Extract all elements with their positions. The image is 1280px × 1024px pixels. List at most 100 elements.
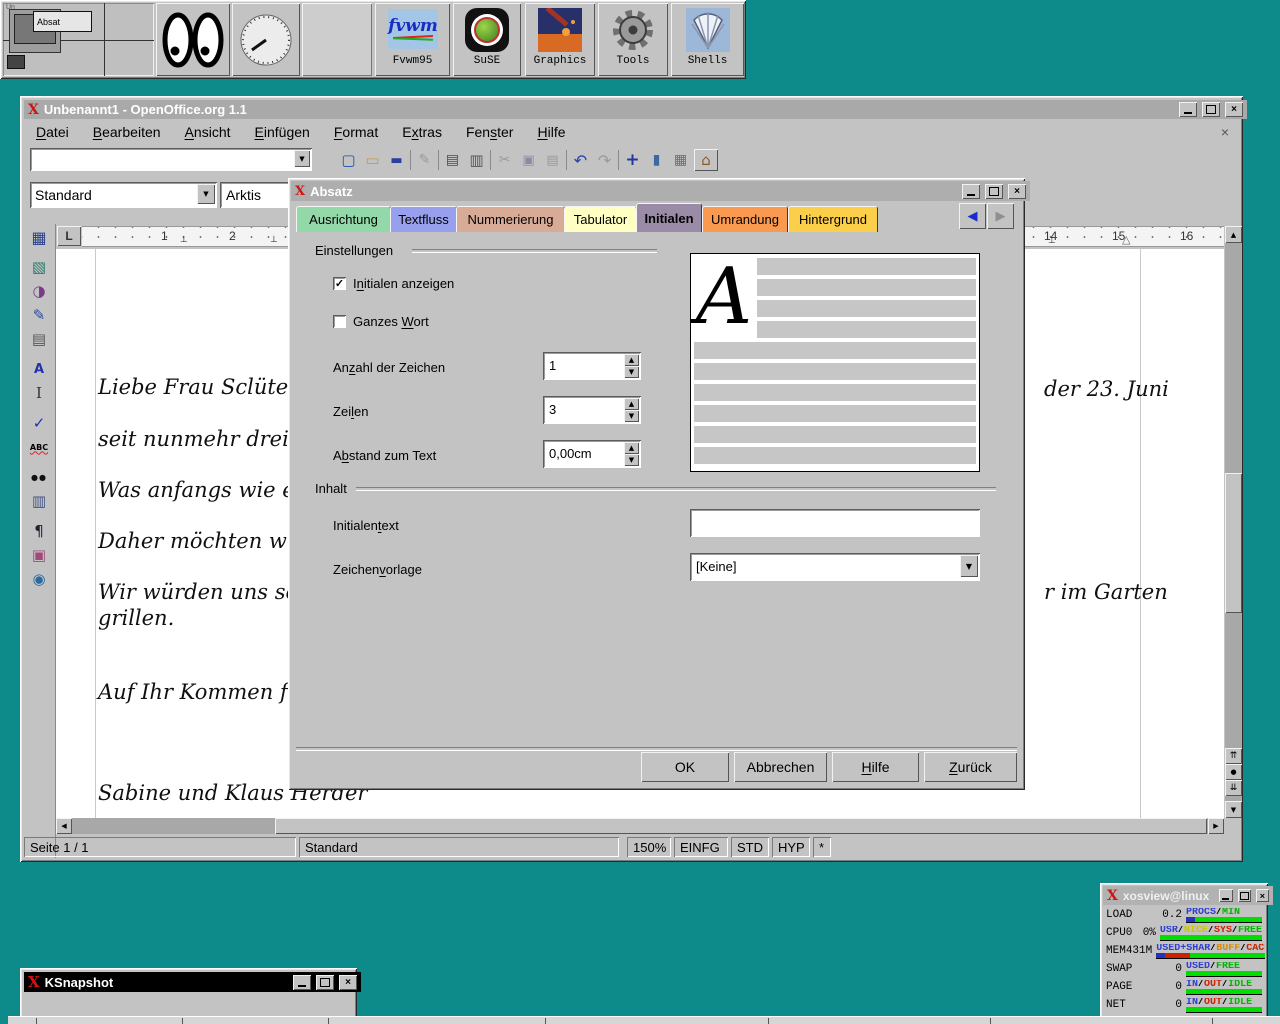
menu-format[interactable]: Format	[322, 121, 390, 143]
xosview-close-button[interactable]: ×	[1256, 889, 1269, 902]
lines-spinner[interactable]: 3 ▲ ▼	[543, 396, 641, 424]
tab-ausrichtung[interactable]: Ausrichtung	[296, 206, 391, 232]
export-pdf-icon[interactable]: ▤	[442, 150, 463, 170]
menu-ansicht[interactable]: Ansicht	[173, 121, 243, 143]
distance-spinner[interactable]: 0,00cm ▲ ▼	[543, 440, 641, 468]
edit-file-icon[interactable]: ✎	[414, 150, 435, 170]
menu-datei[interactable]: Datei	[24, 121, 81, 143]
url-combobox[interactable]: ▼	[30, 148, 312, 171]
ok-button[interactable]: OK	[641, 752, 729, 782]
autotext-icon[interactable]: A	[26, 358, 52, 380]
character-style-combobox[interactable]: [Keine] ▼	[690, 553, 980, 581]
tab-scroll-back-icon[interactable]: ◀	[959, 203, 986, 229]
tab-stop-selector[interactable]: L	[57, 226, 81, 246]
tab-scroll-forward-icon[interactable]: ▶	[987, 203, 1014, 229]
auto-spellcheck-icon[interactable]: ABC	[26, 436, 52, 458]
cancel-button[interactable]: Abbrechen	[734, 752, 827, 782]
insert-table-icon[interactable]: ▦	[26, 226, 52, 248]
xosview-minimize-button[interactable]	[1219, 889, 1232, 902]
tab-textfluss[interactable]: Textfluss	[390, 206, 457, 232]
pager-mini-dialog[interactable]: Absat	[33, 11, 92, 32]
minimize-button[interactable]	[1179, 102, 1197, 117]
whole-word-checkbox[interactable]	[333, 315, 346, 328]
save-icon[interactable]: ▬	[386, 150, 407, 170]
show-dropcaps-checkbox[interactable]: ✓	[333, 277, 346, 290]
tab-stop-marker[interactable]: ⊥	[270, 235, 278, 245]
paragraph-style-combobox[interactable]: Standard ▼	[30, 182, 217, 208]
spin-down-icon[interactable]: ▼	[624, 410, 639, 422]
ksnapshot-close-button[interactable]: ×	[339, 975, 357, 990]
horizontal-scrollbar[interactable]: ◀ ▶	[56, 818, 1224, 834]
paste-icon[interactable]: ▤	[542, 150, 563, 170]
dialog-minimize-button[interactable]	[962, 184, 980, 199]
status-insert-mode[interactable]: EINFG	[674, 837, 728, 857]
status-zoom[interactable]: 150%	[627, 837, 671, 857]
combobox-dropdown-icon[interactable]: ▼	[960, 555, 978, 577]
find-icon[interactable]: ●●	[26, 466, 52, 488]
previous-page-icon[interactable]: ⇈	[1225, 748, 1242, 764]
tab-initialen[interactable]: Initialen	[636, 203, 702, 232]
home-gallery-icon[interactable]: ⌂	[694, 149, 718, 171]
maximize-button[interactable]	[1202, 102, 1220, 117]
cut-icon[interactable]: ✂	[494, 150, 515, 170]
online-layout-icon[interactable]: ◉	[26, 568, 52, 590]
status-selection-mode[interactable]: STD	[731, 837, 769, 857]
help-button[interactable]: Hilfe	[832, 752, 919, 782]
vertical-scrollbar[interactable]: ▲ ⇈ ● ⇊ ▼	[1225, 226, 1242, 818]
fvwm-pager[interactable]: Un Absat	[3, 3, 154, 76]
dialog-titlebar[interactable]: X Absatz ×	[291, 181, 1030, 201]
xeyes-button[interactable]	[156, 3, 230, 76]
undo-icon[interactable]: ↶	[570, 150, 591, 170]
scroll-left-icon[interactable]: ◀	[56, 818, 72, 834]
redo-icon[interactable]: ↷	[594, 150, 615, 170]
vertical-scrollbar-thumb[interactable]	[1225, 473, 1242, 613]
tab-stop-marker[interactable]: ⊥	[1048, 236, 1056, 246]
xosview-titlebar[interactable]: X xosview@linux ×	[1103, 886, 1273, 905]
next-page-icon[interactable]: ⇊	[1225, 780, 1242, 796]
url-dropdown-icon[interactable]: ▼	[294, 150, 310, 167]
launcher-graphics[interactable]: Graphics	[525, 3, 595, 76]
style-dropdown-icon[interactable]: ▼	[197, 184, 215, 204]
launcher-fvwm95[interactable]: fvwm Fvwm95	[375, 3, 450, 76]
dialog-maximize-button[interactable]	[985, 184, 1003, 199]
new-document-icon[interactable]: ▢	[338, 150, 359, 170]
spin-down-icon[interactable]: ▼	[624, 454, 639, 466]
scroll-down-icon[interactable]: ▼	[1225, 801, 1242, 818]
status-hyperlink-mode[interactable]: HYP	[772, 837, 810, 857]
menu-bearbeiten[interactable]: Bearbeiten	[81, 121, 173, 143]
writer-titlebar[interactable]: X Unbenannt1 - OpenOffice.org 1.1 ×	[24, 100, 1247, 119]
spin-up-icon[interactable]: ▲	[624, 442, 639, 454]
menu-hilfe[interactable]: Hilfe	[525, 121, 577, 143]
spellcheck-icon[interactable]: ✓	[26, 412, 52, 434]
ksnapshot-titlebar[interactable]: X KSnapshot ×	[24, 972, 361, 992]
nonprinting-characters-icon[interactable]: ¶	[26, 520, 52, 542]
stylist-icon[interactable]: ▮	[646, 150, 667, 170]
navigation-dot-icon[interactable]: ●	[1225, 764, 1242, 780]
dropcap-text-input[interactable]	[690, 509, 980, 537]
char-count-spinner[interactable]: 1 ▲ ▼	[543, 352, 641, 380]
gallery-icon[interactable]: ▦	[670, 150, 691, 170]
launcher-suse[interactable]: SuSE	[453, 3, 521, 76]
form-functions-icon[interactable]: ▤	[26, 328, 52, 350]
print-icon[interactable]: ▥	[466, 150, 487, 170]
close-button[interactable]: ×	[1225, 102, 1243, 117]
launcher-tools[interactable]: Tools	[598, 3, 668, 76]
tab-hintergrund[interactable]: Hintergrund	[788, 206, 878, 232]
indent-marker[interactable]: △	[1122, 233, 1130, 246]
draw-functions-icon[interactable]: ✎	[26, 304, 52, 326]
tab-nummerierung[interactable]: Nummerierung	[456, 206, 565, 232]
reset-button[interactable]: Zurück	[924, 752, 1017, 782]
horizontal-scrollbar-thumb[interactable]	[275, 818, 1207, 834]
insert-graphics-icon[interactable]: ◑	[26, 280, 52, 302]
spin-up-icon[interactable]: ▲	[624, 354, 639, 366]
menu-extras[interactable]: Extras	[390, 121, 454, 143]
ksnapshot-minimize-button[interactable]	[293, 975, 311, 990]
copy-icon[interactable]: ▣	[518, 150, 539, 170]
menu-einfuegen[interactable]: Einfügen	[243, 121, 322, 143]
xosview-maximize-button[interactable]	[1238, 889, 1251, 902]
close-document-icon[interactable]: ×	[1211, 124, 1239, 140]
tab-tabulator[interactable]: Tabulator	[564, 206, 637, 232]
insert-frame-icon[interactable]: ▧	[26, 256, 52, 278]
scroll-up-icon[interactable]: ▲	[1225, 226, 1242, 243]
tab-umrandung[interactable]: Umrandung	[702, 206, 788, 232]
